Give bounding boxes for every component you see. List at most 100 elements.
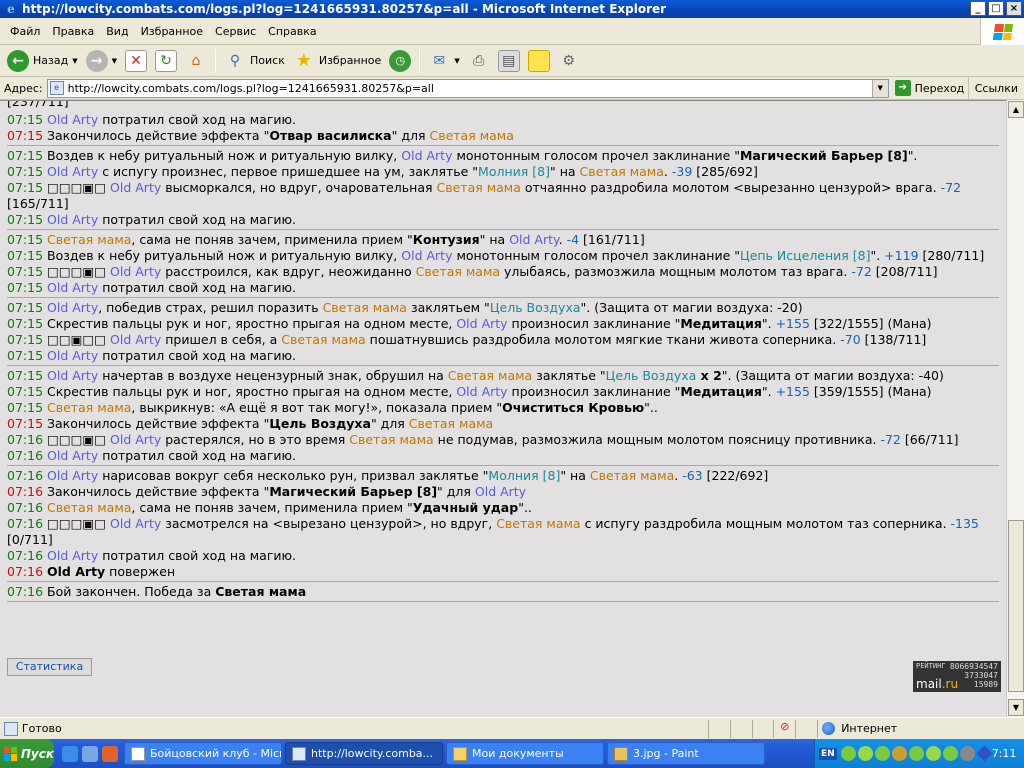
history-button[interactable]: ◷ xyxy=(386,47,414,75)
player-name[interactable]: Old Arty xyxy=(47,164,98,179)
title-bar[interactable]: e http://lowcity.combats.com/logs.pl?log… xyxy=(0,0,1024,18)
player-name[interactable]: Old Arty xyxy=(47,548,98,563)
player-name[interactable]: Old Arty xyxy=(401,248,452,263)
privacy-icon[interactable]: ⊘ xyxy=(773,719,795,738)
tray-icon[interactable] xyxy=(857,746,873,761)
enemy-name[interactable]: Светая мама xyxy=(47,400,131,415)
favorites-button[interactable]: ★ Избранное xyxy=(290,47,384,75)
scroll-down-icon[interactable]: ▼ xyxy=(1008,699,1024,716)
enemy-name[interactable]: Светая мама xyxy=(409,416,493,431)
player-name[interactable]: Old Arty xyxy=(47,564,105,579)
task-paint[interactable]: 3.jpg - Paint xyxy=(607,742,765,765)
ie-quicklaunch-icon[interactable] xyxy=(62,745,78,762)
log-text: нарисовав вокруг себя несколько рун, при… xyxy=(98,468,489,483)
enemy-name[interactable]: Светая мама xyxy=(590,468,674,483)
tray-icon[interactable] xyxy=(942,746,958,761)
home-button[interactable]: ⌂ xyxy=(182,47,210,75)
scroll-thumb[interactable] xyxy=(1008,520,1024,692)
enemy-name[interactable]: Светая мама xyxy=(47,500,131,515)
chevron-down-icon[interactable]: ▼ xyxy=(454,57,459,65)
forward-button[interactable]: → ▼ xyxy=(83,47,120,75)
refresh-button[interactable]: ↻ xyxy=(152,47,180,75)
search-button[interactable]: ⚲ Поиск xyxy=(221,47,288,75)
task-fightclub[interactable]: Бойцовский клуб - Micr... xyxy=(124,742,282,765)
edit-button[interactable]: ▤ xyxy=(495,47,523,75)
scroll-up-icon[interactable]: ▲ xyxy=(1008,101,1024,118)
player-name[interactable]: Old Arty xyxy=(110,516,161,531)
player-name[interactable]: Old Arty xyxy=(509,232,558,247)
player-name[interactable]: Old Arty xyxy=(110,180,161,195)
enemy-name[interactable]: Светая мама xyxy=(496,516,580,531)
player-name[interactable]: Old Arty xyxy=(110,432,161,447)
vertical-scrollbar[interactable]: ▲ ▼ xyxy=(1006,100,1024,717)
enemy-name[interactable]: Светая мама xyxy=(448,368,532,383)
enemy-name[interactable]: Светая мама xyxy=(437,180,521,195)
task-lowcity[interactable]: http://lowcity.comba... xyxy=(285,742,443,765)
tray-icon[interactable] xyxy=(874,746,890,761)
effect-name: Очиститься Кровью xyxy=(502,400,645,415)
tray-icon[interactable] xyxy=(976,745,993,762)
player-name[interactable]: Old Arty xyxy=(110,332,161,347)
tray-icon[interactable] xyxy=(891,746,907,761)
tray-icon[interactable] xyxy=(840,746,856,761)
player-name[interactable]: Old Arty xyxy=(401,148,452,163)
enemy-name[interactable]: Светая мама xyxy=(47,232,131,247)
log-line: 07:15 Светая мама, выкрикнув: «А ещё я в… xyxy=(7,400,999,416)
enemy-name[interactable]: Светая мама xyxy=(580,164,664,179)
player-name[interactable]: Old Arty xyxy=(47,112,98,127)
enemy-name[interactable]: Светая мама xyxy=(281,332,365,347)
player-name[interactable]: Old Arty xyxy=(47,368,98,383)
minimize-button[interactable]: _ xyxy=(970,1,986,16)
player-name[interactable]: Old Arty xyxy=(475,484,526,499)
address-input[interactable]: e http://lowcity.combats.com/logs.pl?log… xyxy=(46,78,889,98)
player-name[interactable]: Old Arty xyxy=(47,280,98,295)
player-name[interactable]: Old Arty xyxy=(47,300,98,315)
log-text: Скрестив пальцы рук и ног, яростно прыга… xyxy=(43,384,457,399)
player-name[interactable]: Old Arty xyxy=(456,384,507,399)
menu-help[interactable]: Справка xyxy=(262,25,322,38)
media-quicklaunch-icon[interactable] xyxy=(102,745,118,762)
start-button[interactable]: Пуск xyxy=(0,739,54,768)
mail-button[interactable]: ✉ ▼ xyxy=(425,47,462,75)
player-name[interactable]: Old Arty xyxy=(47,468,98,483)
tray-icon[interactable] xyxy=(925,746,941,761)
player-name[interactable]: Old Arty xyxy=(47,348,98,363)
enemy-name[interactable]: Светая мама xyxy=(323,300,407,315)
player-name[interactable]: Светая мама xyxy=(215,584,306,599)
player-name[interactable]: Old Arty xyxy=(47,448,98,463)
language-indicator[interactable]: EN xyxy=(819,747,837,760)
back-button[interactable]: ← Назад ▼ xyxy=(4,47,81,75)
enemy-name[interactable]: Светая мама xyxy=(416,264,500,279)
enemy-name[interactable]: Светая мама xyxy=(429,128,513,143)
log-text: [161/711] xyxy=(579,232,645,247)
menu-view[interactable]: Вид xyxy=(100,25,134,38)
menu-tools[interactable]: Сервис xyxy=(209,25,262,38)
address-url[interactable]: http://lowcity.combats.com/logs.pl?log=1… xyxy=(68,82,434,95)
links-button[interactable]: Ссылки xyxy=(967,77,1024,100)
task-mydocuments[interactable]: Мои документы xyxy=(446,742,604,765)
tray-icon[interactable] xyxy=(908,746,924,761)
enemy-name[interactable]: Светая мама xyxy=(349,432,433,447)
go-button[interactable]: ➔ Переход xyxy=(894,80,964,96)
menu-favorites[interactable]: Избранное xyxy=(135,25,209,38)
tray-icon[interactable] xyxy=(959,746,975,761)
player-name[interactable]: Old Arty xyxy=(110,264,161,279)
chevron-down-icon[interactable]: ▼ xyxy=(871,79,888,97)
log-time: 07:15 xyxy=(7,164,44,179)
player-name[interactable]: Old Arty xyxy=(47,212,98,227)
maximize-button[interactable]: □ xyxy=(988,1,1004,16)
messenger-button[interactable]: ⚙ xyxy=(555,47,583,75)
chevron-down-icon[interactable]: ▼ xyxy=(72,57,77,65)
statistics-button[interactable]: Статистика xyxy=(7,658,92,676)
print-button[interactable]: ⎙ xyxy=(465,47,493,75)
menu-edit[interactable]: Правка xyxy=(46,25,100,38)
close-button[interactable]: × xyxy=(1006,1,1022,16)
outlook-quicklaunch-icon[interactable] xyxy=(82,745,98,762)
discuss-button[interactable] xyxy=(525,47,553,75)
chevron-down-icon[interactable]: ▼ xyxy=(112,57,117,65)
effect-name: Цель Воздуха xyxy=(269,416,371,431)
player-name[interactable]: Old Arty xyxy=(456,316,507,331)
stop-button[interactable]: ✕ xyxy=(122,47,150,75)
mailru-rating-counter[interactable]: РЕЙТИНГ 8066934547 3733047 15989 mail.ru xyxy=(913,661,1001,692)
menu-file[interactable]: Файл xyxy=(4,25,46,38)
